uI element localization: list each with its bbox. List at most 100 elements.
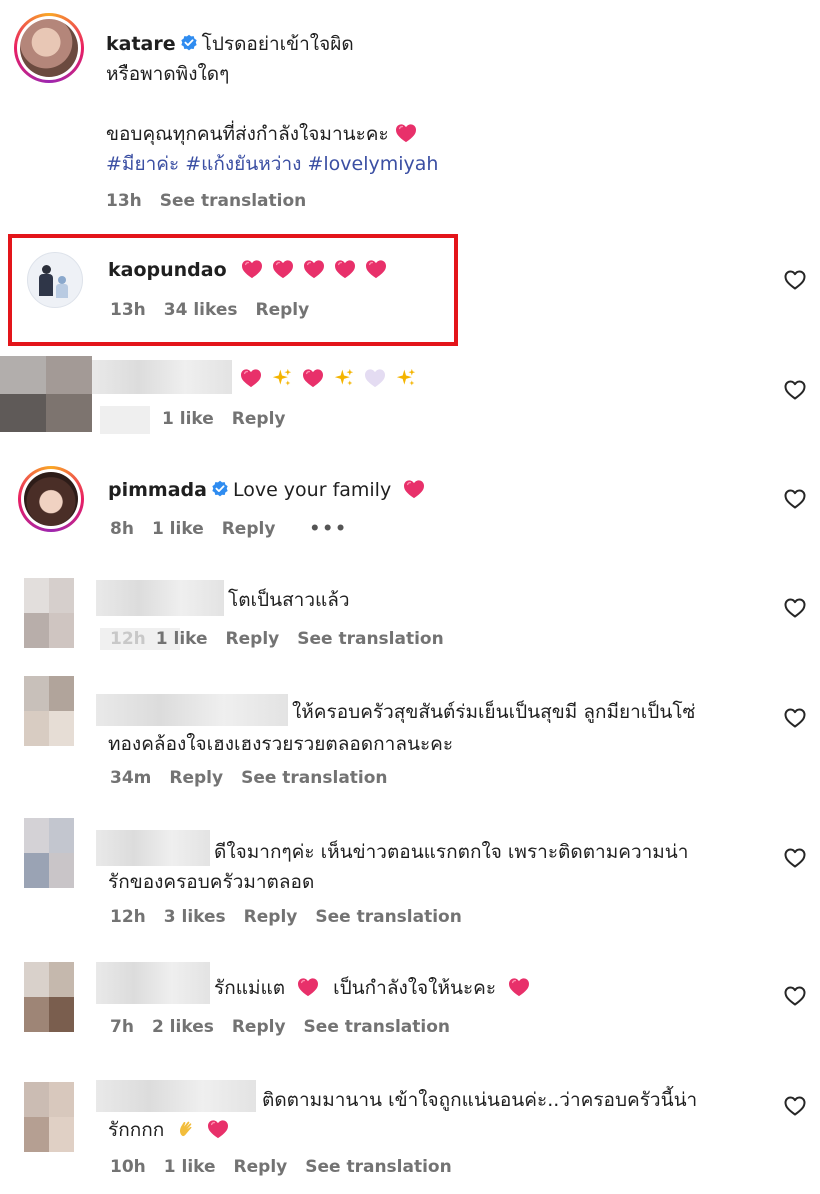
comment-katare: katare โปรดอย่าเข้าใจผิด หรือพาดพิงใดๆ ขอ… [106,29,706,179]
see-translation-button[interactable]: See translation [315,907,461,927]
likes-count[interactable]: 2 likes [152,1017,214,1037]
like-heart-icon[interactable] [783,706,807,730]
comment-text: ขอบคุณทุกคนที่ส่งกำลังใจมานะคะ [106,123,389,145]
blurred-username [92,360,232,394]
like-heart-icon[interactable] [783,268,807,292]
timestamp: 13h [110,300,146,320]
username[interactable]: kaopundao [108,259,227,281]
heart-emoji-icon [395,123,417,143]
username[interactable]: pimmada [108,479,207,501]
reply-button[interactable]: Reply [256,300,310,320]
comment-meta: 1 like Reply [162,409,303,429]
heart-emoji-icon [272,259,294,279]
comment-meta: 10h 1 like Reply See translation [110,1157,470,1177]
verified-badge-icon [180,34,198,52]
heart-emoji-icon [303,259,325,279]
heart-emoji-icon [302,368,324,388]
heart-emoji-icon [297,977,319,997]
sparkles-icon [333,368,355,388]
comment-meta: 7h 2 likes Reply See translation [110,1017,468,1037]
like-heart-icon[interactable] [783,596,807,620]
sparkles-icon [395,368,417,388]
comment-meta: 8h 1 like Reply ••• [110,519,366,539]
comment-text: เป็นกำลังใจให้นะคะ [333,977,497,999]
avatar-pixelated[interactable] [24,676,74,746]
likes-count[interactable]: 3 likes [164,907,226,927]
comment-meta: 34m Reply See translation [110,768,406,788]
avatar-pixelated[interactable] [24,1082,74,1152]
timestamp: 10h [110,1157,146,1177]
avatar-pixelated[interactable] [24,818,74,888]
avatar-pixelated[interactable] [24,578,74,648]
avatar-pixelated[interactable] [24,962,74,1032]
see-translation-button[interactable]: See translation [160,191,306,211]
sparkles-icon [271,368,293,388]
avatar-pixelated[interactable] [0,356,92,432]
heart-emoji-icon [334,259,356,279]
comment-text: Love your family [232,479,392,501]
blurred-timestamp [100,406,150,434]
see-translation-button[interactable]: See translation [297,629,443,649]
comment-text: รักแม่แต [214,977,286,999]
see-translation-button[interactable]: See translation [304,1017,450,1037]
timestamp: 34m [110,768,152,788]
see-translation-button[interactable]: See translation [305,1157,451,1177]
reply-button[interactable]: Reply [222,519,276,539]
see-translation-button[interactable]: See translation [241,768,387,788]
comment-text: รักของครอบครัวมาตลอด [108,871,315,893]
heart-emoji-icon [365,259,387,279]
comment-meta: 13h See translation [106,191,324,211]
heart-lavender-icon [364,368,386,388]
hashtag-links[interactable]: #มียาค่ะ #แก้งยันหว่าง #lovelymiyah [106,149,706,179]
story-ring-avatar-pimmada[interactable] [18,466,84,532]
blurred-username [96,580,224,616]
timestamp: 8h [110,519,134,539]
comment-text: ทองคล้องใจเฮงเฮงรวยรวยตลอดกาลนะคะ [108,733,454,755]
avatar [20,19,78,77]
like-heart-icon[interactable] [783,378,807,402]
comment-text: รักกกก [108,1119,165,1141]
likes-count[interactable]: 1 like [156,629,208,649]
reply-button[interactable]: Reply [226,629,280,649]
like-heart-icon[interactable] [783,846,807,870]
verified-badge-icon [211,480,229,498]
reply-button[interactable]: Reply [232,1017,286,1037]
heart-emoji-icon [240,368,262,388]
timestamp-partial: 12h [110,629,146,649]
blurred-username [96,1080,256,1112]
likes-count[interactable]: 34 likes [164,300,238,320]
like-heart-icon[interactable] [783,487,807,511]
blurred-username [96,962,210,1004]
reply-button[interactable]: Reply [169,768,223,788]
reply-button[interactable]: Reply [232,409,286,429]
comment-text: หรือพาดพิงใดๆ [106,63,230,85]
likes-count[interactable]: 1 like [152,519,204,539]
blurred-username [96,830,210,866]
reply-button[interactable]: Reply [234,1157,288,1177]
avatar[interactable] [27,252,83,308]
likes-count[interactable]: 1 like [164,1157,216,1177]
comment-text: ให้ครอบครัวสุขสันต์ร่มเย็นเป็นสุขมี ลูกม… [292,701,696,723]
like-heart-icon[interactable] [783,1094,807,1118]
comment-meta: 13h 34 likes Reply [110,300,327,320]
raised-hands-icon [176,1119,198,1139]
comment-meta: 12h 1 like Reply See translation [110,629,462,649]
reply-button[interactable]: Reply [244,907,298,927]
story-ring-avatar-katare[interactable] [14,13,84,83]
avatar [24,472,78,526]
likes-count[interactable]: 1 like [162,409,214,429]
comment-text: โตเป็นสาวแล้ว [228,589,350,611]
more-options-button[interactable]: ••• [309,519,348,539]
comment-text: ดีใจมากๆค่ะ เห็นข่าวตอนแรกตกใจ เพราะติดต… [214,841,689,863]
comment-text: ติดตามมานาน เข้าใจถูกแน่นอนค่ะ..ว่าครอบค… [262,1089,698,1111]
comment-text: โปรดอย่าเข้าใจผิด [201,33,354,55]
timestamp: 13h [106,191,142,211]
heart-emoji-icon [207,1119,229,1139]
like-heart-icon[interactable] [783,984,807,1008]
heart-emoji-icon [241,259,263,279]
timestamp: 7h [110,1017,134,1037]
blurred-username [96,694,288,726]
comment-meta: 12h 3 likes Reply See translation [110,907,480,927]
username[interactable]: katare [106,33,176,55]
timestamp: 12h [110,907,146,927]
